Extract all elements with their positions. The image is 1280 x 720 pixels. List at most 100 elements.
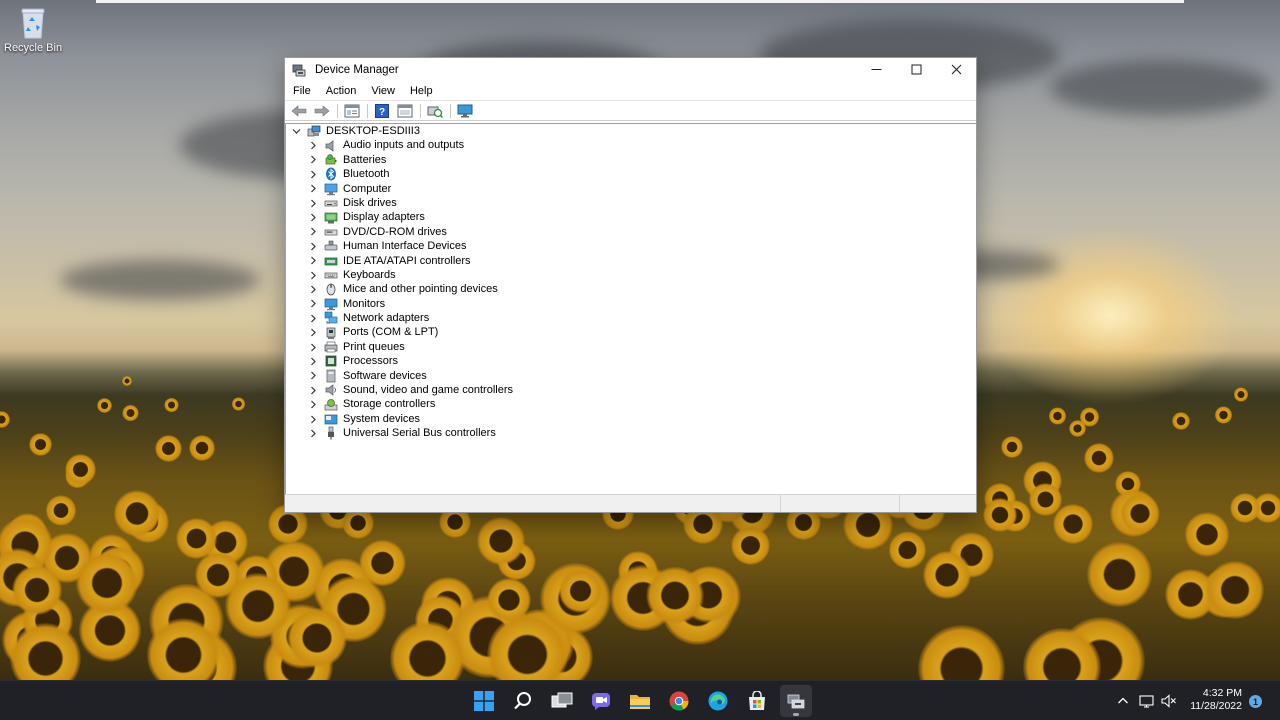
wallpaper-sunflower: [448, 595, 531, 679]
scan-hardware-icon[interactable]: [425, 102, 445, 119]
tree-item-monitors[interactable]: Monitors: [286, 297, 976, 311]
file-explorer-icon[interactable]: [624, 685, 656, 717]
chevron-right-icon[interactable]: [308, 154, 319, 165]
tree-item-label: IDE ATA/ATAPI controllers: [343, 254, 471, 267]
keyboard-icon: [324, 268, 338, 282]
chevron-right-icon[interactable]: [308, 270, 319, 281]
chevron-right-icon[interactable]: [308, 370, 319, 381]
forward-icon[interactable]: [312, 102, 332, 119]
title-bar[interactable]: Device Manager: [285, 58, 976, 81]
maximize-button[interactable]: [896, 58, 936, 80]
device-tree[interactable]: DESKTOP-ESDIII3 Audio inputs and outputs…: [285, 123, 976, 494]
close-button[interactable]: [936, 58, 976, 80]
tree-item-sound-video-and-game-controllers[interactable]: Sound, video and game controllers: [286, 383, 976, 397]
search-icon[interactable]: [507, 685, 539, 717]
chevron-right-icon[interactable]: [308, 241, 319, 252]
chevron-right-icon[interactable]: [308, 284, 319, 295]
chrome-icon[interactable]: [663, 685, 695, 717]
tree-item-human-interface-devices[interactable]: Human Interface Devices: [286, 239, 976, 253]
start-icon[interactable]: [468, 685, 500, 717]
device-manager-icon: [291, 62, 307, 78]
chevron-right-icon[interactable]: [308, 198, 319, 209]
menu-action[interactable]: Action: [326, 85, 357, 97]
device-manager-taskbar-icon[interactable]: [780, 685, 812, 717]
store-icon[interactable]: [741, 685, 773, 717]
menu-view[interactable]: View: [371, 85, 395, 97]
tree-item-mice-and-other-pointing-devices[interactable]: Mice and other pointing devices: [286, 282, 976, 296]
notification-badge[interactable]: 1: [1249, 695, 1262, 708]
edge-icon[interactable]: [702, 685, 734, 717]
tree-item-keyboards[interactable]: Keyboards: [286, 268, 976, 282]
wallpaper-sunflower: [88, 534, 135, 580]
help-icon[interactable]: ?: [372, 102, 392, 119]
update-driver-icon[interactable]: [395, 102, 415, 119]
printer-icon: [324, 340, 338, 354]
chevron-up-icon[interactable]: [1114, 692, 1132, 710]
recycle-bin-shortcut[interactable]: Recycle Bin: [4, 6, 62, 62]
tree-item-processors[interactable]: Processors: [286, 354, 976, 368]
top-edge-window-strip: [96, 0, 1184, 3]
back-icon[interactable]: [289, 102, 309, 119]
device-manager-window[interactable]: Device Manager File Action View Help ? D…: [284, 57, 977, 513]
chevron-right-icon[interactable]: [308, 226, 319, 237]
wallpaper-sunflower: [1171, 411, 1190, 431]
tree-item-ports-com-lpt[interactable]: Ports (COM & LPT): [286, 325, 976, 339]
chevron-right-icon[interactable]: [308, 212, 319, 223]
chevron-right-icon[interactable]: [308, 298, 319, 309]
tree-item-label: Sound, video and game controllers: [343, 384, 513, 397]
tree-item-label: Display adapters: [343, 211, 425, 224]
chevron-right-icon[interactable]: [308, 169, 319, 180]
status-bar: [285, 494, 976, 512]
task-view-icon[interactable]: [546, 685, 578, 717]
recycle-bin-icon: [18, 6, 48, 40]
tree-item-ide-ata-atapi-controllers[interactable]: IDE ATA/ATAPI controllers: [286, 254, 976, 268]
tree-item-computer[interactable]: Computer: [286, 182, 976, 196]
wallpaper-sunflower: [188, 434, 216, 462]
tree-item-print-queues[interactable]: Print queues: [286, 340, 976, 354]
wallpaper-sunflower: [42, 533, 93, 583]
taskbar-clock[interactable]: 4:32 PM 11/28/2022: [1190, 687, 1242, 713]
wallpaper-sunflower: [1068, 419, 1086, 437]
chevron-right-icon[interactable]: [308, 414, 319, 425]
tree-item-batteries[interactable]: Batteries: [286, 153, 976, 167]
volume-muted-icon[interactable]: [1160, 692, 1178, 710]
menu-file[interactable]: File: [293, 85, 311, 97]
chevron-right-icon[interactable]: [308, 428, 319, 439]
tree-item-audio-inputs-and-outputs[interactable]: Audio inputs and outputs: [286, 138, 976, 152]
chevron-right-icon[interactable]: [308, 385, 319, 396]
chevron-right-icon[interactable]: [308, 313, 319, 324]
chevron-right-icon[interactable]: [308, 255, 319, 266]
chevron-right-icon[interactable]: [308, 356, 319, 367]
properties-icon[interactable]: [342, 102, 362, 119]
chevron-down-icon[interactable]: [291, 126, 302, 137]
tree-item-dvd-cd-rom-drives[interactable]: DVD/CD-ROM drives: [286, 225, 976, 239]
tree-item-label: Print queues: [343, 340, 405, 353]
network-icon[interactable]: [1138, 692, 1156, 710]
wallpaper-sunflower: [476, 516, 526, 566]
chevron-right-icon[interactable]: [308, 183, 319, 194]
chevron-right-icon[interactable]: [308, 399, 319, 410]
wallpaper-sunflower: [195, 551, 242, 598]
monitor-icon[interactable]: [455, 102, 475, 119]
chevron-right-icon[interactable]: [308, 327, 319, 338]
tree-item-software-devices[interactable]: Software devices: [286, 369, 976, 383]
wallpaper-sunflower: [11, 565, 63, 616]
minimize-button[interactable]: [856, 58, 896, 80]
chevron-right-icon[interactable]: [308, 342, 319, 353]
toolbar: ?: [285, 100, 976, 121]
tree-item-network-adapters[interactable]: Network adapters: [286, 311, 976, 325]
tree-root-computer[interactable]: DESKTOP-ESDIII3: [286, 124, 976, 138]
tree-item-system-devices[interactable]: System devices: [286, 412, 976, 426]
chevron-right-icon[interactable]: [308, 140, 319, 151]
tree-item-universal-serial-bus-controllers[interactable]: Universal Serial Bus controllers: [286, 426, 976, 440]
tree-item-bluetooth[interactable]: Bluetooth: [286, 167, 976, 181]
menu-help[interactable]: Help: [410, 85, 433, 97]
wallpaper-sunflower: [79, 599, 142, 662]
tree-item-display-adapters[interactable]: Display adapters: [286, 210, 976, 224]
wallpaper-sunflower: [618, 550, 658, 591]
wallpaper-sunflower: [486, 577, 531, 622]
tree-item-storage-controllers[interactable]: Storage controllers: [286, 397, 976, 411]
chat-icon[interactable]: [585, 685, 617, 717]
toolbar-separator: [337, 103, 338, 118]
tree-item-disk-drives[interactable]: Disk drives: [286, 196, 976, 210]
